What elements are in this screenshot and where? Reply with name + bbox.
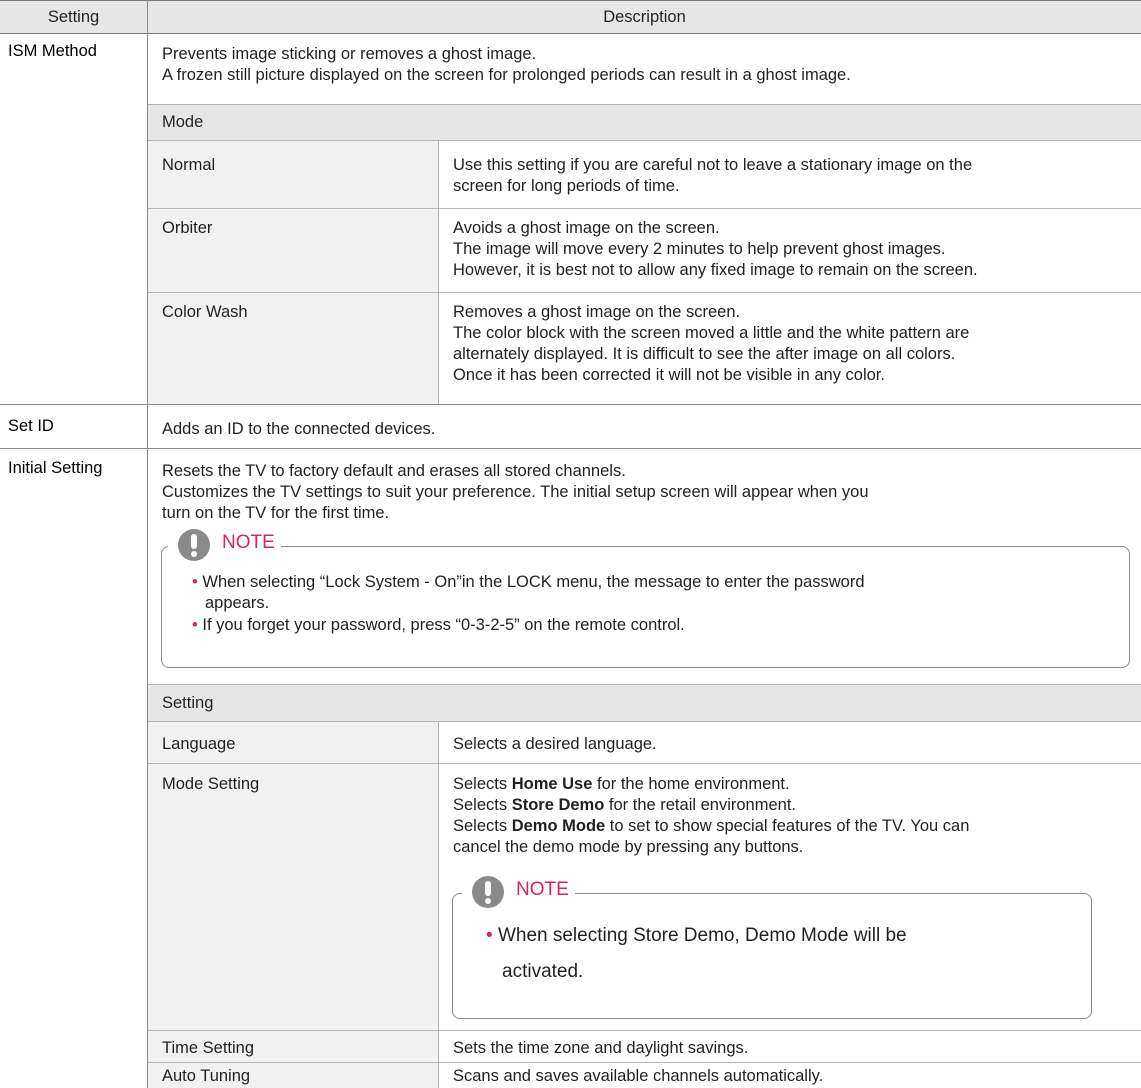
note-label: NOTE xyxy=(216,532,281,554)
bold-text: Store Demo xyxy=(511,796,605,814)
mode-divider xyxy=(438,141,439,404)
text: for the home environment. xyxy=(592,775,790,793)
language-desc: Selects a desired language. xyxy=(453,735,657,753)
header-description: Description xyxy=(603,8,686,26)
mode-names-bg xyxy=(148,141,438,404)
ism-desc-line1: Prevents image sticking or removes a gho… xyxy=(162,45,537,63)
bold-text: Demo Mode xyxy=(511,817,606,835)
note-label-2: NOTE xyxy=(510,879,575,901)
mode-orbiter: Orbiter xyxy=(162,219,213,237)
setting-auto-tuning: Auto Tuning xyxy=(162,1067,251,1085)
text: for the retail environment. xyxy=(604,796,796,814)
mode-setting-line3: Selects Demo Mode to set to show special… xyxy=(453,816,969,837)
mode-orbiter-desc-3: However, it is best not to allow any fix… xyxy=(453,261,978,279)
divider xyxy=(148,292,1141,293)
note-icon-bg xyxy=(168,528,220,564)
initial-desc-line3: turn on the TV for the first time. xyxy=(162,504,390,522)
mode-normal-desc-1: Use this setting if you are careful not … xyxy=(453,156,973,174)
mode-subheader: Mode xyxy=(162,113,204,131)
note-bullet-2: • If you forget your password, press “0-… xyxy=(192,615,685,636)
note-bullet-1-text: When selecting “Lock System - On”in the … xyxy=(202,573,865,591)
exclamation-icon xyxy=(171,528,215,564)
setting-mode-setting: Mode Setting xyxy=(162,775,260,793)
initial-desc-line1: Resets the TV to factory default and era… xyxy=(162,462,626,480)
setting-divider xyxy=(438,722,439,1088)
mode-orbiter-desc-2: The image will move every 2 minutes to h… xyxy=(453,240,946,258)
divider xyxy=(148,763,1141,764)
mode-setting-line2: Selects Store Demo for the retail enviro… xyxy=(453,795,796,816)
note-bullet-2-text: If you forget your password, press “0-3-… xyxy=(202,616,685,634)
text: to set to show special features of the T… xyxy=(605,817,970,835)
header-setting: Setting xyxy=(47,8,100,26)
setting-language: Language xyxy=(162,735,236,753)
setting-ism-method: ISM Method xyxy=(8,42,97,60)
note2-bullet: • When selecting Store Demo, Demo Mode w… xyxy=(486,921,907,951)
note-box xyxy=(161,546,1130,668)
setting-time-setting: Time Setting xyxy=(162,1039,255,1057)
mode-setting-line1: Selects Home Use for the home environmen… xyxy=(453,774,790,795)
note2-bullet-text: When selecting Store Demo, Demo Mode wil… xyxy=(497,925,907,946)
bold-text: Home Use xyxy=(511,775,593,793)
settings-table: Setting Description ISM Method Prevents … xyxy=(0,0,1141,1088)
setting-initial-setting: Initial Setting xyxy=(8,459,103,477)
divider xyxy=(148,1062,1141,1063)
mode-header-bg xyxy=(148,105,1141,140)
setid-desc: Adds an ID to the connected devices. xyxy=(162,420,436,438)
setting-header-bg xyxy=(148,685,1141,721)
auto-tuning-desc: Scans and saves available channels autom… xyxy=(453,1067,824,1085)
ism-desc-line2: A frozen still picture displayed on the … xyxy=(162,66,851,84)
mode-colorwash-desc-4: Once it has been corrected it will not b… xyxy=(453,366,885,384)
mode-color-wash: Color Wash xyxy=(162,303,248,321)
mode-setting-line4: cancel the demo mode by pressing any but… xyxy=(453,838,804,856)
mode-colorwash-desc-2: The color block with the screen moved a … xyxy=(453,324,970,342)
exclamation-icon xyxy=(465,875,509,911)
initial-desc-line2: Customizes the TV settings to suit your … xyxy=(162,483,869,501)
text: Selects xyxy=(453,817,512,835)
mode-normal-desc-2: screen for long periods of time. xyxy=(453,177,680,195)
time-setting-desc: Sets the time zone and daylight savings. xyxy=(453,1039,749,1057)
mode-colorwash-desc-3: alternately displayed. It is difficult t… xyxy=(453,345,956,363)
divider xyxy=(148,208,1141,209)
mode-colorwash-desc-1: Removes a ghost image on the screen. xyxy=(453,303,741,321)
setting-set-id: Set ID xyxy=(8,417,54,435)
mode-normal: Normal xyxy=(162,156,216,174)
row-divider xyxy=(0,448,1141,449)
table-header-row: Setting Description xyxy=(0,0,1141,34)
note-bullet-1-cont: appears. xyxy=(205,594,270,612)
bullet-icon: • xyxy=(192,573,198,591)
text: Selects xyxy=(453,775,512,793)
mode-orbiter-desc-1: Avoids a ghost image on the screen. xyxy=(453,219,720,237)
bullet-icon: • xyxy=(486,925,493,946)
text: Selects xyxy=(453,796,512,814)
setting-subheader: Setting xyxy=(162,694,214,712)
divider xyxy=(148,1030,1141,1031)
bullet-icon: • xyxy=(192,616,198,634)
note-icon-bg xyxy=(462,875,514,911)
note-box-2 xyxy=(452,893,1092,1019)
row-divider xyxy=(0,404,1141,405)
note2-bullet-cont: activated. xyxy=(502,961,584,982)
note-bullet-1: • When selecting “Lock System - On”in th… xyxy=(192,572,865,593)
